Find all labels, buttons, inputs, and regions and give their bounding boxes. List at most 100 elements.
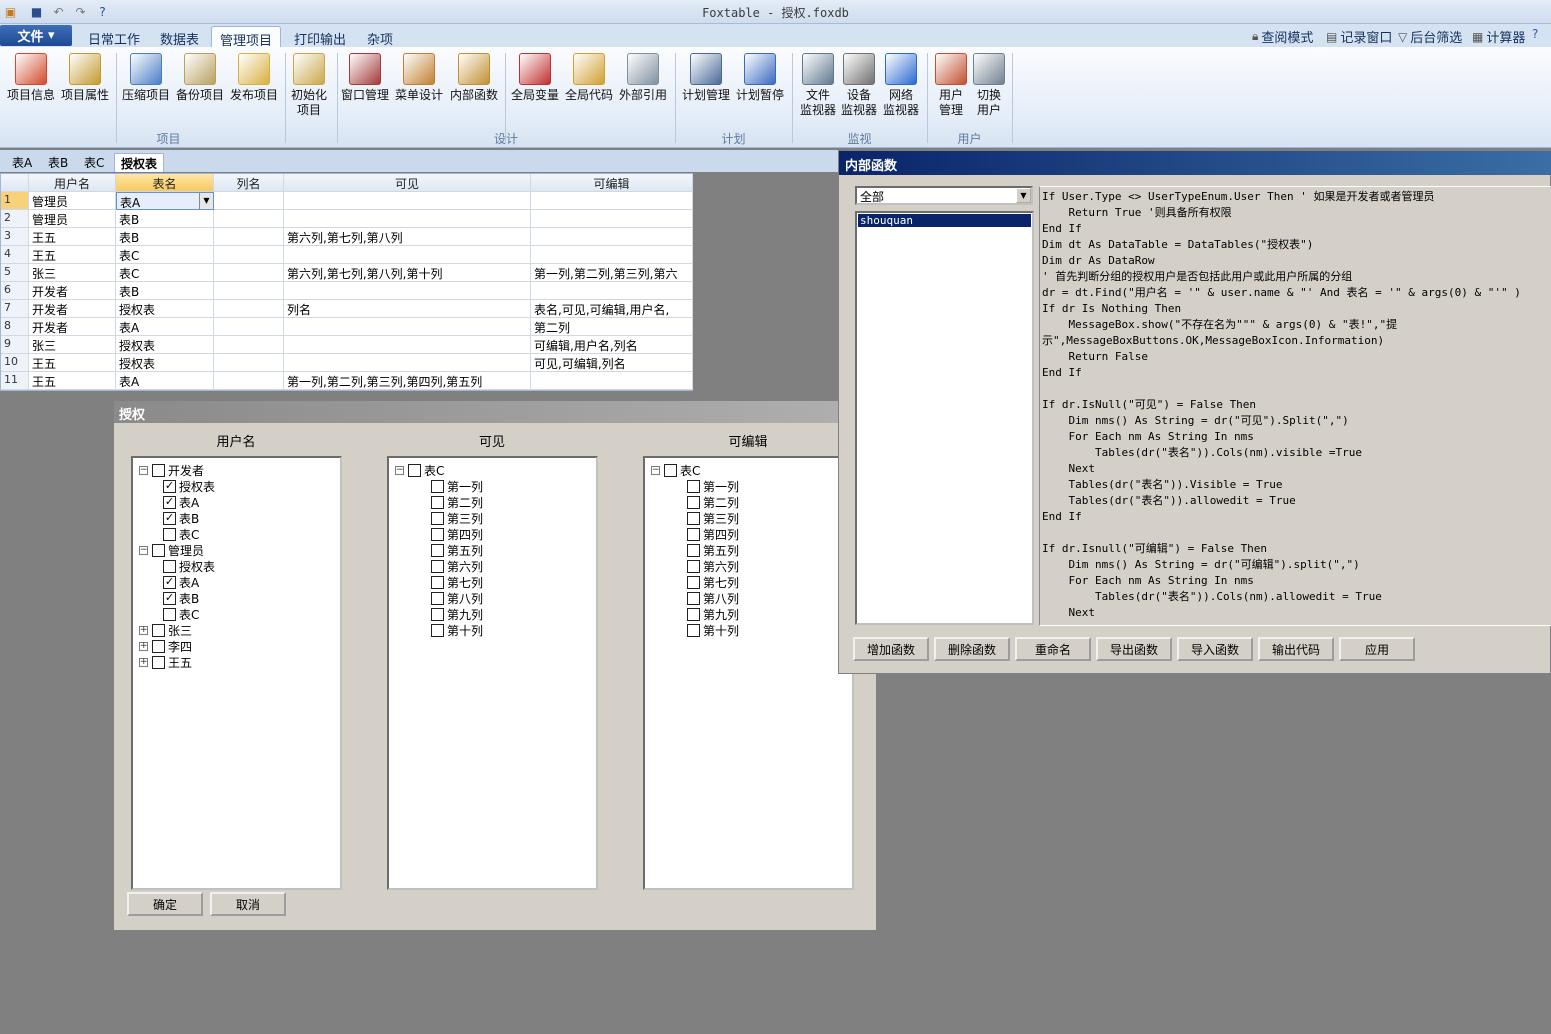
table-cell[interactable] xyxy=(214,228,284,246)
table-cell[interactable]: 王五 xyxy=(29,372,116,390)
tab-data-tables[interactable]: 数据表 xyxy=(152,26,207,48)
table-cell[interactable] xyxy=(531,228,693,246)
tree-node[interactable]: − 管理员 xyxy=(139,542,204,558)
table-cell[interactable] xyxy=(284,192,531,210)
tree-checkbox[interactable] xyxy=(687,607,700,621)
tab-daily-work[interactable]: 日常工作 xyxy=(80,26,148,48)
table-cell[interactable]: 表A xyxy=(116,318,214,336)
tree-checkbox[interactable] xyxy=(163,527,176,541)
export-function-button[interactable]: 导出函数 xyxy=(1096,637,1172,661)
tree-node[interactable]: 第二列 xyxy=(431,494,483,510)
table-cell[interactable]: 开发者 xyxy=(29,282,116,300)
table-cell[interactable] xyxy=(214,192,284,210)
collapse-icon[interactable]: − xyxy=(139,545,148,555)
tree-checkbox[interactable]: ✓ xyxy=(163,591,176,605)
tree-node[interactable]: 第九列 xyxy=(687,606,739,622)
ribbon-button-11[interactable]: 外部引用 xyxy=(618,53,668,103)
tree-checkbox[interactable] xyxy=(408,463,421,477)
tree-checkbox[interactable] xyxy=(664,463,677,477)
table-cell[interactable]: 表A ▼ xyxy=(116,192,214,210)
tree-checkbox[interactable] xyxy=(431,575,444,589)
table-cell[interactable]: 授权表 xyxy=(116,336,214,354)
table-cell[interactable]: 王五 xyxy=(29,228,116,246)
table-cell[interactable]: 列名 xyxy=(284,300,531,318)
table-cell[interactable] xyxy=(214,282,284,300)
tree-checkbox[interactable] xyxy=(431,607,444,621)
tree-checkbox[interactable]: ✓ xyxy=(163,575,176,589)
function-list[interactable]: shouquan xyxy=(855,211,1034,625)
tree-checkbox[interactable]: ✓ xyxy=(163,479,176,493)
tree-checkbox[interactable] xyxy=(152,639,165,653)
column-header[interactable]: 列名 xyxy=(214,174,284,192)
ribbon-button-5[interactable]: 初始化 项目 xyxy=(288,53,330,118)
tree-checkbox[interactable] xyxy=(431,495,444,509)
data-grid[interactable]: 用户名 表名 列名 可见 可编辑 1 管理员 表A ▼ 2 管理员 表B 3 王五 表B 第六列,第七列,第八… xyxy=(0,173,693,391)
table-cell[interactable]: 管理员 xyxy=(29,210,116,228)
collapse-icon[interactable]: − xyxy=(139,465,148,475)
tree-node[interactable]: 第三列 xyxy=(687,510,739,526)
tree-node[interactable]: 授权表 xyxy=(163,558,215,574)
delete-function-button[interactable]: 删除函数 xyxy=(934,637,1010,661)
table-cell[interactable]: 第二列 xyxy=(531,318,693,336)
table-cell[interactable]: 张三 xyxy=(29,264,116,282)
table-cell[interactable] xyxy=(214,318,284,336)
ribbon-button-8[interactable]: 内部函数 xyxy=(449,53,499,103)
table-cell[interactable]: 王五 xyxy=(29,246,116,264)
chevron-down-icon[interactable]: ▼ xyxy=(1016,188,1031,203)
tree-node[interactable]: 表C xyxy=(163,526,199,542)
ribbon-button-15[interactable]: 设备 监视器 xyxy=(839,53,879,118)
tree-checkbox[interactable] xyxy=(152,623,165,637)
tree-node[interactable]: 表C xyxy=(163,606,199,622)
tree-node[interactable]: + 李四 xyxy=(139,638,192,654)
add-function-button[interactable]: 增加函数 xyxy=(853,637,929,661)
view-mode-button[interactable]: 🔒︎ 查阅模式 xyxy=(1252,27,1313,46)
tree-node[interactable]: 第五列 xyxy=(687,542,739,558)
tab-print-output[interactable]: 打印输出 xyxy=(286,26,354,48)
help-circle-icon[interactable]: ? xyxy=(1532,27,1538,41)
table-cell[interactable] xyxy=(531,282,693,300)
tree-checkbox[interactable] xyxy=(431,479,444,493)
tree-node[interactable]: ✓ 授权表 xyxy=(163,478,215,494)
tree-node[interactable]: − 表C xyxy=(395,462,444,478)
table-cell[interactable] xyxy=(531,192,693,210)
tree-node[interactable]: 第十列 xyxy=(687,622,739,638)
column-header[interactable]: 可见 xyxy=(284,174,531,192)
background-filter-button[interactable]: ▽ 后台筛选 xyxy=(1398,27,1462,47)
table-cell[interactable]: 表B xyxy=(116,228,214,246)
record-window-button[interactable]: ▤ 记录窗口 xyxy=(1326,27,1392,47)
tree-node[interactable]: − 开发者 xyxy=(139,462,204,478)
tree-checkbox[interactable] xyxy=(687,623,700,637)
tree-node[interactable]: − 表C xyxy=(651,462,700,478)
function-list-item[interactable]: shouquan xyxy=(858,214,1031,227)
tree-node[interactable]: 第六列 xyxy=(431,558,483,574)
table-cell[interactable]: 表B xyxy=(116,282,214,300)
ribbon-button-0[interactable]: 项目信息 xyxy=(6,53,56,103)
tab-misc[interactable]: 杂项 xyxy=(359,26,401,48)
tab-manage-project[interactable]: 管理项目 xyxy=(211,26,282,49)
ribbon-button-6[interactable]: 窗口管理 xyxy=(340,53,390,103)
table-cell[interactable] xyxy=(284,210,531,228)
table-cell[interactable]: 开发者 xyxy=(29,318,116,336)
table-cell[interactable]: 管理员 xyxy=(29,192,116,210)
expand-icon[interactable]: + xyxy=(139,625,148,635)
table-cell[interactable] xyxy=(531,372,693,390)
table-cell[interactable] xyxy=(531,246,693,264)
tree-node[interactable]: + 王五 xyxy=(139,654,192,670)
calculator-button[interactable]: ▦ 计算器 xyxy=(1472,27,1525,47)
sheet-tab-auth[interactable]: 授权表 xyxy=(114,153,165,172)
tree-node[interactable]: ✓ 表A xyxy=(163,574,199,590)
tree-node[interactable]: 第八列 xyxy=(431,590,483,606)
tree-node[interactable]: 第四列 xyxy=(431,526,483,542)
table-cell[interactable] xyxy=(214,264,284,282)
tree-checkbox[interactable] xyxy=(431,511,444,525)
tree-node[interactable]: 第八列 xyxy=(687,590,739,606)
column-header[interactable]: 用户名 xyxy=(29,174,116,192)
table-cell[interactable]: 可编辑,用户名,列名 xyxy=(531,336,693,354)
collapse-icon[interactable]: − xyxy=(395,465,404,475)
table-cell[interactable]: 授权表 xyxy=(116,300,214,318)
tree-checkbox[interactable] xyxy=(687,479,700,493)
tree-node[interactable]: 第五列 xyxy=(431,542,483,558)
tree-node[interactable]: + 张三 xyxy=(139,622,192,638)
ribbon-button-17[interactable]: 用户 管理 xyxy=(934,53,968,118)
tree-node[interactable]: 第三列 xyxy=(431,510,483,526)
